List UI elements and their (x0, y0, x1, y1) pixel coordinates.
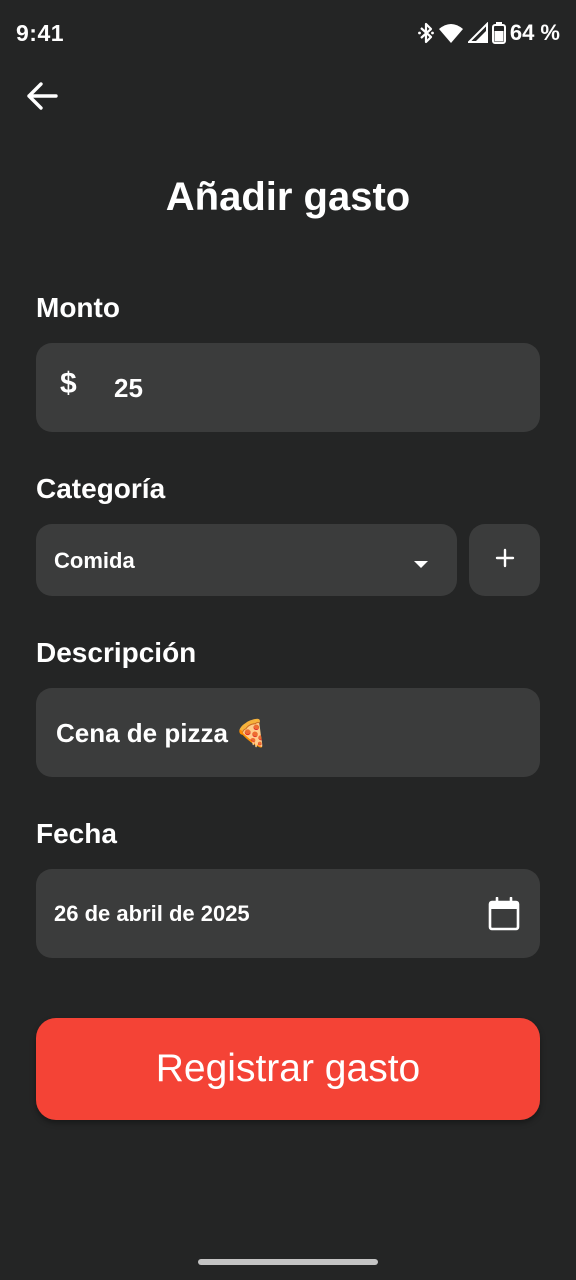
amount-input[interactable] (112, 365, 496, 411)
cell-signal-icon (467, 22, 488, 44)
register-expense-button[interactable]: Registrar gasto (36, 1018, 540, 1120)
battery-icon (491, 22, 506, 44)
page-title: Añadir gasto (165, 175, 411, 219)
amount-label: Monto (36, 292, 120, 323)
bluetooth-icon (417, 22, 434, 44)
status-icons: 64 % (417, 20, 560, 46)
date-field[interactable]: 26 de abril de 2025 (36, 869, 540, 958)
description-input[interactable] (54, 710, 518, 756)
currency-symbol: $ (60, 367, 77, 400)
arrow-left-icon (25, 81, 59, 116)
status-bar: 9:41 64 % (0, 0, 576, 68)
home-indicator[interactable] (198, 1259, 378, 1265)
back-button[interactable] (20, 78, 64, 118)
add-category-button[interactable] (469, 524, 540, 596)
plus-icon (495, 548, 515, 573)
category-selected-value: Comida (54, 548, 135, 573)
description-field[interactable] (36, 688, 540, 777)
date-label: Fecha (36, 818, 117, 849)
wifi-icon (438, 22, 464, 44)
category-label: Categoría (36, 473, 166, 504)
calendar-icon[interactable] (488, 896, 520, 936)
category-select[interactable]: Comida (36, 524, 457, 596)
battery-percent: 64 % (509, 20, 560, 45)
date-value: 26 de abril de 2025 (54, 901, 250, 926)
caret-down-icon (413, 556, 429, 574)
status-time: 9:41 (16, 20, 65, 46)
description-label: Descripción (36, 637, 197, 668)
amount-field[interactable]: $ (36, 343, 540, 432)
